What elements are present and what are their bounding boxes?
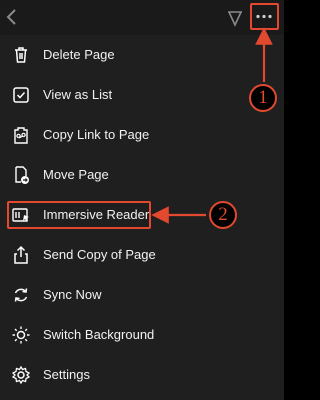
menu-item-label: Send Copy of Page (43, 247, 156, 262)
menu-item-label: Copy Link to Page (43, 127, 150, 142)
highlight-more-button (250, 3, 279, 30)
pen-tip-icon (228, 11, 242, 27)
pen-button[interactable] (226, 7, 244, 29)
menu-item-view-as-list[interactable]: View as List (0, 75, 284, 115)
menu-item-send-copy[interactable]: Send Copy of Page (0, 235, 284, 275)
back-button[interactable] (4, 6, 20, 28)
top-toolbar (0, 0, 284, 35)
menu-item-settings[interactable]: Settings (0, 355, 284, 395)
checkbox-icon (13, 87, 29, 103)
highlight-immersive-reader (7, 201, 151, 229)
menu-item-switch-background[interactable]: Switch Background (0, 315, 284, 355)
menu-item-move-page[interactable]: Move Page (0, 155, 284, 195)
share-icon (14, 245, 28, 264)
gear-icon (11, 365, 31, 385)
sun-icon (12, 326, 30, 344)
menu-item-label: Sync Now (43, 287, 102, 302)
menu-item-label: View as List (43, 87, 113, 102)
menu-item-label: Settings (43, 367, 90, 382)
menu-item-label: Move Page (43, 167, 109, 182)
menu-item-copy-link[interactable]: Copy Link to Page (0, 115, 284, 155)
chevron-left-icon (6, 9, 16, 25)
sync-icon (14, 288, 28, 302)
menu-item-delete-page[interactable]: Delete Page (0, 35, 284, 75)
move-page-icon (15, 166, 29, 184)
menu-item-label: Switch Background (43, 327, 155, 342)
menu-item-label: Delete Page (43, 47, 115, 62)
step-2-badge: 2 (209, 201, 237, 229)
trash-icon (15, 47, 27, 63)
step-1-badge: 1 (249, 84, 277, 112)
link-page-icon (14, 127, 28, 144)
menu-item-sync-now[interactable]: Sync Now (0, 275, 284, 315)
